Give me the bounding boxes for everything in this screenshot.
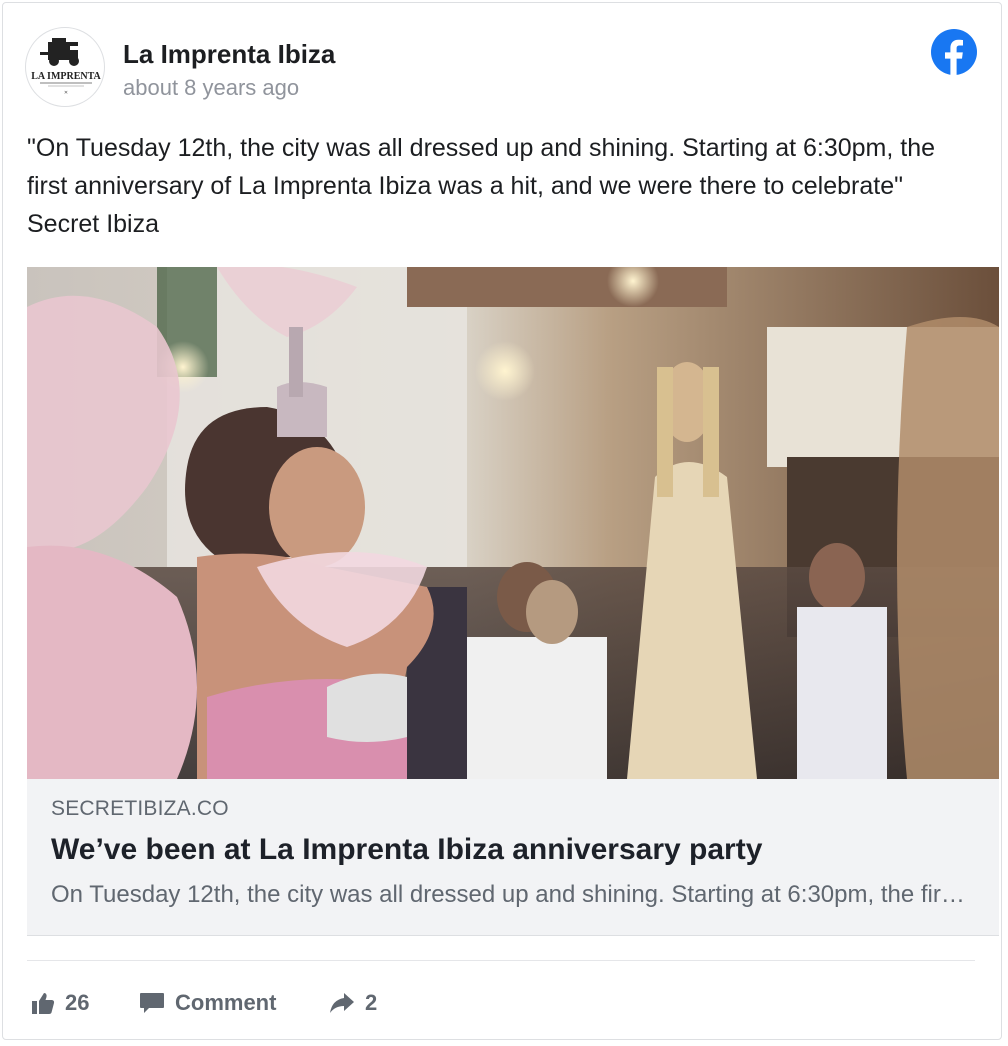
post-text: "On Tuesday 12th, the city was all dress… — [27, 134, 936, 238]
post-header: LA IMPRENTA ✕ La Imprenta Ibiza about 8 … — [25, 27, 981, 111]
link-title[interactable]: We’ve been at La Imprenta Ibiza annivers… — [51, 833, 762, 867]
facebook-post-card: LA IMPRENTA ✕ La Imprenta Ibiza about 8 … — [2, 2, 1002, 1040]
link-preview[interactable]: SECRETIBIZA.CO We’ve been at La Imprenta… — [27, 779, 999, 936]
printing-press-icon: LA IMPRENTA ✕ — [31, 38, 102, 96]
svg-text:✕: ✕ — [64, 90, 68, 96]
post-photo[interactable] — [27, 267, 999, 779]
link-description: On Tuesday 12th, the city was all dresse… — [51, 881, 971, 908]
share-button[interactable]: 2 — [329, 985, 377, 1021]
comment-button[interactable]: Comment — [139, 985, 276, 1021]
thumbs-up-icon — [32, 993, 55, 1014]
page-name-link[interactable]: La Imprenta Ibiza — [123, 39, 335, 70]
post-timestamp[interactable]: about 8 years ago — [123, 75, 299, 101]
like-button[interactable]: 26 — [31, 985, 89, 1021]
link-domain: SECRETIBIZA.CO — [51, 797, 229, 820]
comment-bubble-icon — [140, 993, 164, 1013]
comment-label: Comment — [175, 990, 277, 1015]
share-count: 2 — [365, 990, 378, 1015]
facebook-icon[interactable] — [931, 29, 977, 75]
party-photo-image — [27, 267, 999, 779]
actions-divider — [27, 960, 975, 961]
share-arrow-icon — [330, 993, 354, 1013]
like-count: 26 — [65, 990, 90, 1015]
avatar-logo-text: LA IMPRENTA — [31, 71, 101, 82]
avatar[interactable]: LA IMPRENTA ✕ — [25, 27, 105, 107]
